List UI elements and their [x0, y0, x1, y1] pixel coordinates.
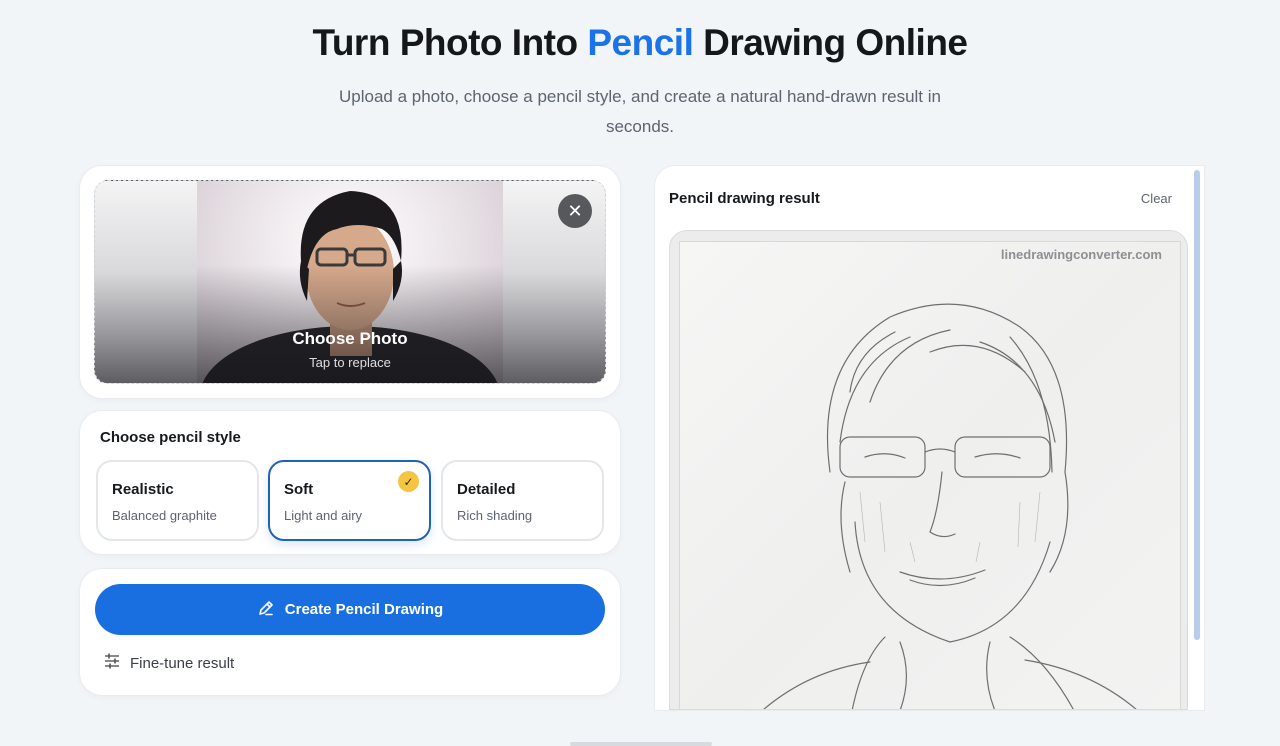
choose-photo-hint: Tap to replace — [309, 355, 391, 370]
pencil-icon — [257, 599, 275, 621]
clear-button[interactable]: Clear — [1141, 191, 1172, 206]
create-button-label: Create Pencil Drawing — [284, 601, 444, 618]
style-heading: Choose pencil style — [100, 429, 241, 446]
page-title: Turn Photo Into Pencil Drawing Online — [0, 22, 1280, 64]
sketch-paper — [679, 241, 1181, 709]
style-option-detailed[interactable]: Detailed Rich shading — [441, 460, 604, 541]
style-name: Soft — [284, 481, 314, 498]
scrollbar-thumb[interactable] — [1194, 170, 1200, 640]
action-card: Create Pencil Drawing Fine-tune result — [80, 569, 620, 695]
style-desc: Light and airy — [284, 508, 363, 523]
upload-card: Choose Photo Tap to replace ✕ — [80, 166, 620, 398]
title-accent: Pencil — [587, 22, 694, 63]
uploaded-photo — [197, 181, 503, 383]
style-option-realistic[interactable]: Realistic Balanced graphite — [96, 460, 259, 541]
style-desc: Rich shading — [457, 508, 533, 523]
sliders-icon — [104, 653, 120, 673]
fine-tune-toggle[interactable]: Fine-tune result — [104, 653, 234, 673]
style-option-soft[interactable]: Soft Light and airy ✓ — [268, 460, 431, 541]
style-name: Realistic — [112, 481, 174, 498]
title-text-end: Drawing Online — [703, 22, 968, 63]
watermark-text: linedrawingconverter.com — [1000, 247, 1162, 262]
create-pencil-drawing-button[interactable]: Create Pencil Drawing — [95, 584, 605, 635]
photo-dropzone[interactable]: Choose Photo Tap to replace ✕ — [94, 180, 606, 384]
page-subtitle: Upload a photo, choose a pencil style, a… — [339, 87, 941, 136]
choose-photo-label[interactable]: Choose Photo — [95, 329, 605, 349]
page-bottom-handle — [570, 742, 712, 746]
result-panel: Pencil drawing result Clear linedrawingc… — [655, 166, 1204, 710]
style-name: Detailed — [457, 481, 516, 498]
style-desc: Balanced graphite — [112, 508, 217, 523]
pencil-drawing-image: linedrawingconverter.com — [669, 230, 1188, 710]
check-icon: ✓ — [398, 471, 419, 492]
remove-photo-button[interactable]: ✕ — [558, 194, 592, 228]
result-title: Pencil drawing result — [669, 190, 820, 207]
title-text-start: Turn Photo Into — [312, 22, 578, 63]
pencil-style-card: Choose pencil style Realistic Balanced g… — [80, 411, 620, 554]
fine-tune-label: Fine-tune result — [130, 654, 235, 672]
close-icon: ✕ — [567, 200, 583, 221]
